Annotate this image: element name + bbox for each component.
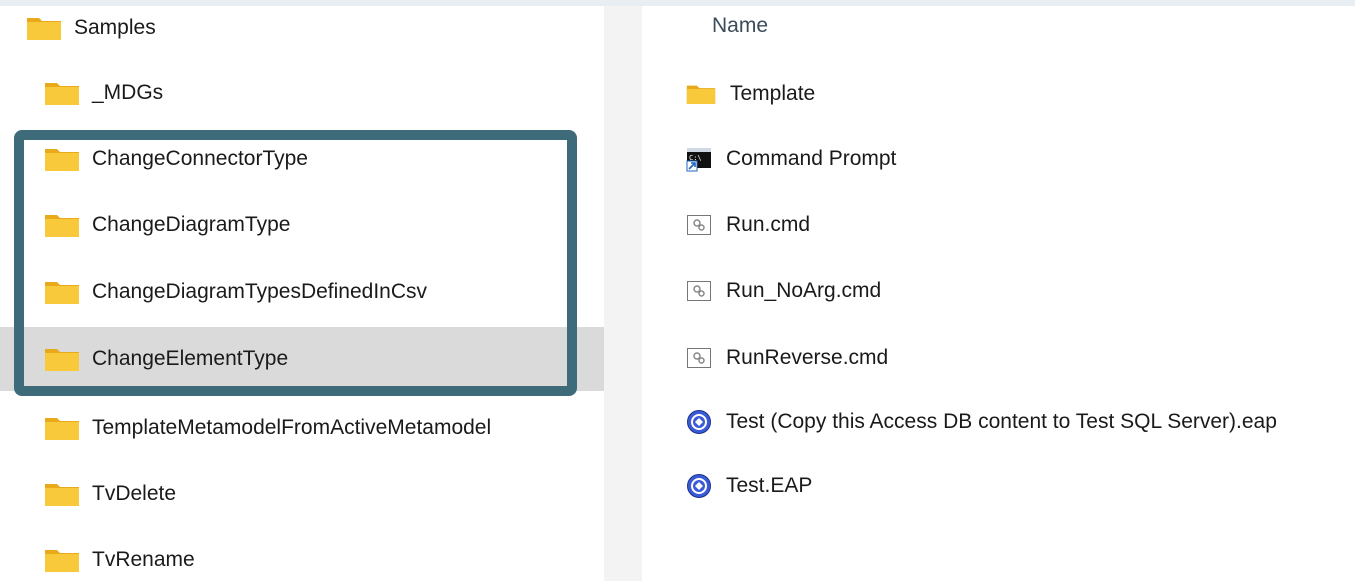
- eap-file-icon: [686, 409, 712, 435]
- nav-item-samples[interactable]: Samples: [0, 6, 604, 60]
- nav-item-tvdelete[interactable]: TvDelete: [0, 462, 604, 526]
- navigation-pane[interactable]: Samples _MDGs ChangeConnectorType Change…: [0, 6, 604, 581]
- file-name: Template: [730, 82, 816, 105]
- nav-item-mdgs[interactable]: _MDGs: [0, 61, 604, 125]
- nav-item-changeelementtype[interactable]: ChangeElementType: [0, 327, 604, 391]
- file-row-runreverse-cmd[interactable]: RunReverse.cmd: [686, 326, 888, 390]
- nav-item-label: TvDelete: [92, 482, 177, 505]
- nav-item-label: TemplateMetamodelFromActiveMetamodel: [92, 416, 492, 439]
- nav-item-tvrename[interactable]: TvRename: [0, 528, 604, 581]
- folder-icon: [44, 212, 80, 238]
- cmd-script-icon: [686, 278, 712, 304]
- folder-icon: [44, 547, 80, 573]
- nav-item-changeconnectortype[interactable]: ChangeConnectorType: [0, 127, 604, 191]
- nav-item-label: TvRename: [92, 548, 195, 571]
- folder-icon: [44, 279, 80, 305]
- folder-icon: [26, 15, 62, 41]
- nav-item-label: ChangeDiagramType: [92, 213, 291, 236]
- file-name: Command Prompt: [726, 147, 897, 170]
- cmd-script-icon: [686, 345, 712, 371]
- file-name: Test.EAP: [726, 474, 813, 497]
- nav-item-label: _MDGs: [92, 81, 164, 104]
- nav-item-label: ChangeConnectorType: [92, 147, 308, 170]
- folder-icon: [44, 80, 80, 106]
- nav-item-label: ChangeElementType: [92, 347, 289, 370]
- pane-divider[interactable]: [604, 6, 642, 581]
- file-name: RunReverse.cmd: [726, 346, 889, 369]
- column-header-name[interactable]: Name: [712, 14, 768, 38]
- file-name: Run_NoArg.cmd: [726, 279, 882, 302]
- file-row-template[interactable]: Template: [686, 62, 815, 126]
- eap-file-icon: [686, 473, 712, 499]
- file-row-test-eap[interactable]: Test.EAP: [686, 454, 812, 518]
- file-row-run-noarg-cmd[interactable]: Run_NoArg.cmd: [686, 259, 881, 323]
- folder-icon: [44, 346, 80, 372]
- folder-icon: [686, 82, 716, 106]
- file-name: Run.cmd: [726, 213, 811, 236]
- file-row-run-cmd[interactable]: Run.cmd: [686, 193, 810, 257]
- nav-item-templatemetamodelfromactivemetamodel[interactable]: TemplateMetamodelFromActiveMetamodel: [0, 396, 604, 460]
- file-row-command-prompt[interactable]: C:\ Command Prompt: [686, 127, 896, 191]
- command-prompt-shortcut-icon: C:\: [686, 146, 712, 172]
- cmd-script-icon: [686, 212, 712, 238]
- nav-item-label: ChangeDiagramTypesDefinedInCsv: [92, 280, 428, 303]
- nav-item-changediagramtypesdefinedincsv[interactable]: ChangeDiagramTypesDefinedInCsv: [0, 260, 604, 324]
- nav-item-changediagramtype[interactable]: ChangeDiagramType: [0, 193, 604, 257]
- file-name: Test (Copy this Access DB content to Tes…: [726, 410, 1277, 433]
- file-list-pane[interactable]: Name Template C:\ Command Prompt Run.cmd…: [642, 6, 1355, 581]
- folder-icon: [44, 481, 80, 507]
- nav-item-label: Samples: [74, 16, 156, 39]
- folder-icon: [44, 146, 80, 172]
- folder-icon: [44, 415, 80, 441]
- file-row-test-copy-eap[interactable]: Test (Copy this Access DB content to Tes…: [686, 390, 1277, 454]
